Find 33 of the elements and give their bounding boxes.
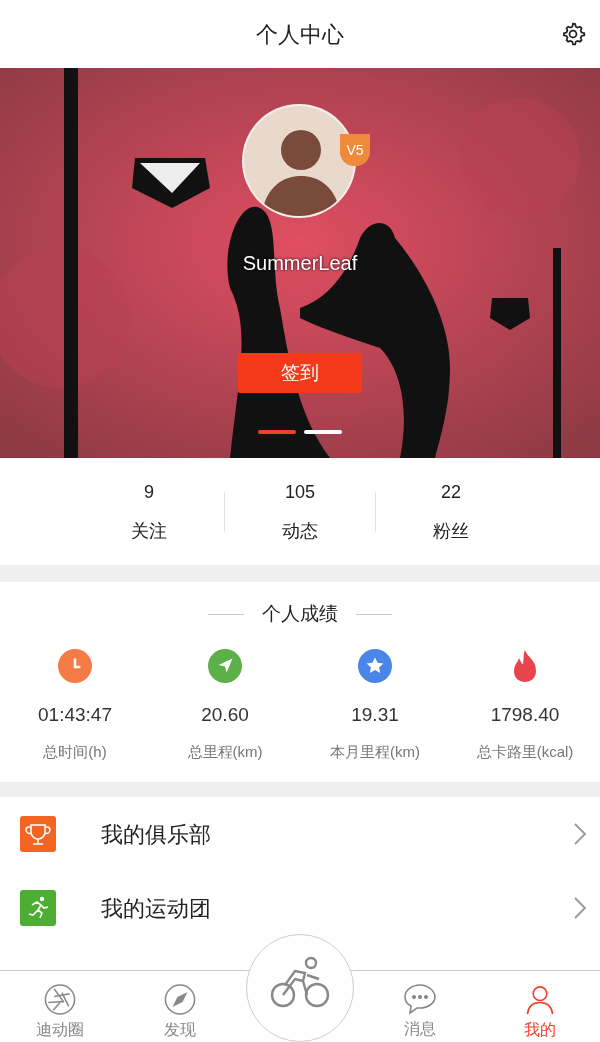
stat-value: 1798.40 (490, 702, 560, 727)
tab-item[interactable]: 我的 (480, 971, 600, 1042)
stat-value: 9 (144, 480, 154, 504)
menu-item[interactable]: 我的俱乐部 (0, 797, 600, 871)
section-title: 个人成绩 (262, 602, 338, 626)
vip-badge: V5 (340, 134, 370, 166)
stat-value: 01:43:47 (38, 702, 112, 727)
aperture-icon (43, 983, 77, 1016)
stat-value: 105 (284, 480, 315, 504)
stat-label[interactable]: 关注 (131, 517, 167, 545)
tab-item[interactable]: 发现 (120, 971, 240, 1042)
stat-value: 19.31 (351, 702, 399, 727)
page-indicator[interactable] (258, 430, 296, 434)
chevron-right-icon (574, 823, 586, 845)
stat-value: 20.60 (201, 702, 249, 727)
page-indicator[interactable] (304, 430, 342, 434)
stat-label: 总卡路里(kcal) (476, 742, 574, 762)
stat-label: 总里程(km) (187, 742, 263, 762)
stat-label[interactable]: 动态 (282, 517, 318, 545)
tab-item[interactable]: 消息 (360, 971, 480, 1042)
menu-item[interactable]: 我的运动团 (0, 871, 600, 945)
settings-icon[interactable] (560, 21, 586, 47)
stat-label: 总时间(h) (43, 742, 107, 762)
tab-item[interactable]: 迪动圈 (0, 971, 120, 1042)
cyclist-icon (269, 955, 331, 1009)
checkin-button[interactable]: 签到 (238, 353, 362, 393)
stat-value: 22 (441, 480, 461, 504)
chevron-right-icon (574, 897, 586, 919)
stat-label[interactable]: 粉丝 (433, 517, 469, 545)
stat-label: 本月里程(km) (330, 742, 420, 762)
compass-icon (163, 983, 197, 1016)
chat-icon (403, 983, 437, 1015)
page-title: 个人中心 (256, 20, 344, 49)
